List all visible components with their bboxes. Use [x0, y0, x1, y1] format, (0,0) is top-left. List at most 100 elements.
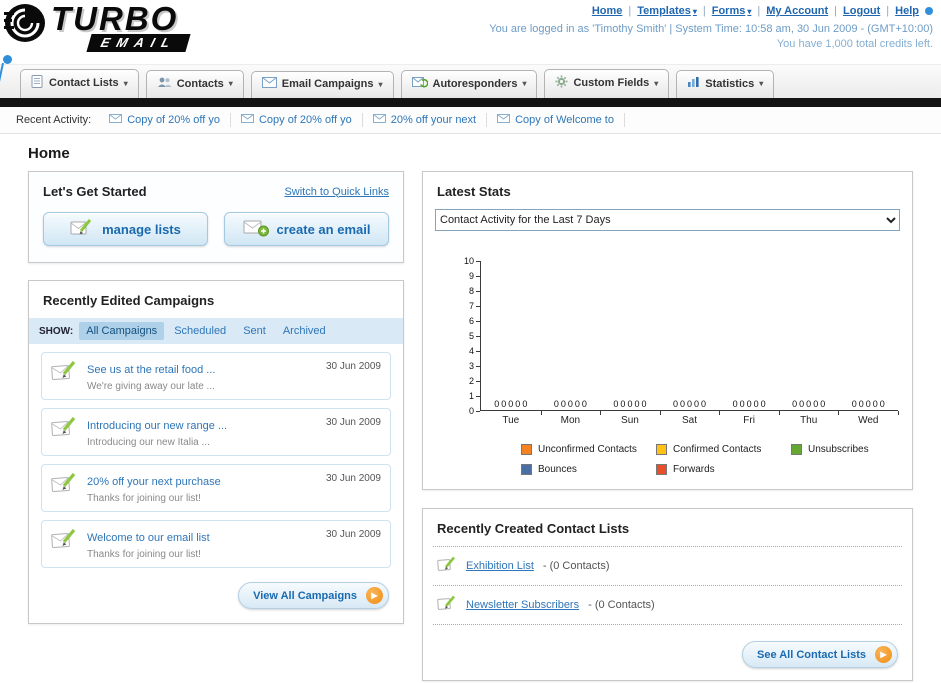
- filter-all-campaigns[interactable]: All Campaigns: [79, 322, 165, 340]
- logo-title: TURBO: [51, 0, 179, 37]
- recent-activity-link[interactable]: 20% off your next: [391, 114, 476, 126]
- chevron-down-icon: ▾: [123, 78, 128, 88]
- nav-divider-bar: [0, 98, 941, 107]
- view-all-campaigns-button[interactable]: View All Campaigns ▶: [238, 582, 389, 609]
- chart-value: 0: [581, 399, 587, 409]
- show-label: SHOW:: [39, 325, 74, 337]
- chevron-down-icon: ▾: [759, 79, 764, 88]
- filter-archived[interactable]: Archived: [276, 322, 333, 340]
- chevron-down-icon: ▾: [747, 6, 752, 16]
- get-started-title: Let's Get Started: [43, 184, 147, 199]
- filter-scheduled[interactable]: Scheduled: [167, 322, 233, 340]
- contact-lists-icon: [31, 75, 44, 91]
- legend-swatch: [791, 444, 802, 455]
- separator: |: [702, 5, 706, 17]
- recent-activity-item: Copy of 20% off yo: [99, 113, 231, 127]
- create-email-button[interactable]: create an email: [224, 212, 389, 246]
- chart-value: 0: [627, 399, 633, 409]
- filter-sent[interactable]: Sent: [236, 322, 273, 340]
- x-axis-label: Fri: [743, 415, 755, 426]
- contact-list-detail: - (0 Contacts): [588, 599, 655, 611]
- recent-activity-link[interactable]: Copy of 20% off yo: [259, 114, 352, 126]
- chart-value: 0: [522, 399, 528, 409]
- campaign-date: 30 Jun 2009: [325, 361, 381, 372]
- chart-value: 0: [820, 399, 826, 409]
- compose-pencil-icon: [437, 595, 457, 615]
- chart-group: 00000: [541, 399, 601, 415]
- campaign-title-link[interactable]: Welcome to our email list: [87, 532, 210, 544]
- see-all-contact-lists-button[interactable]: See All Contact Lists ▶: [741, 641, 898, 668]
- tab-contacts[interactable]: Contacts ▾: [145, 70, 244, 98]
- x-axis-label: Tue: [502, 415, 520, 426]
- nav-link-help[interactable]: Help: [895, 5, 919, 17]
- chart-legend: Unconfirmed Contacts Confirmed Contacts Un…: [521, 444, 933, 475]
- nav-link-forms[interactable]: Forms ▾: [712, 5, 752, 17]
- chart-value: 0: [792, 399, 798, 409]
- campaign-title-link[interactable]: See us at the retail food ...: [87, 364, 215, 376]
- left-column: Let's Get Started Switch to Quick Links …: [28, 171, 404, 624]
- manage-lists-button[interactable]: manage lists: [43, 212, 208, 246]
- contact-list-link[interactable]: Exhibition List: [466, 560, 534, 572]
- y-axis-tick: 4: [469, 346, 480, 356]
- chevron-down-icon: ▾: [228, 79, 233, 88]
- campaign-title-link[interactable]: 20% off your next purchase: [87, 476, 221, 488]
- chart-value: 0: [872, 399, 878, 409]
- switch-quick-links-link[interactable]: Switch to Quick Links: [284, 186, 389, 198]
- nav-link-logout[interactable]: Logout: [843, 5, 880, 17]
- chart-value: 0: [567, 399, 573, 409]
- recent-activity-link[interactable]: Copy of Welcome to: [515, 114, 614, 126]
- campaign-date: 30 Jun 2009: [325, 473, 381, 484]
- recent-activity-link[interactable]: Copy of 20% off yo: [127, 114, 220, 126]
- recent-contact-lists-panel: Recently Created Contact Lists Exhibitio…: [422, 508, 913, 681]
- x-axis-label: Sat: [682, 415, 698, 426]
- nav-link-templates[interactable]: Templates ▾: [637, 5, 697, 17]
- campaign-date: 30 Jun 2009: [325, 417, 381, 428]
- envelope-icon: [240, 114, 254, 126]
- main-content: Let's Get Started Switch to Quick Links …: [0, 171, 941, 681]
- stats-chart: 10 9 8 7 6 5 4 3 2 1 0 000000000000000000000000000…: [463, 256, 899, 475]
- legend-swatch: [521, 464, 532, 475]
- legend-swatch: [521, 444, 532, 455]
- credits-status: You have 1,000 total credits left.: [776, 38, 933, 50]
- nav-link-my-account[interactable]: My Account: [766, 5, 828, 17]
- recent-activity-item: Copy of Welcome to: [487, 113, 625, 127]
- tab-contact-lists[interactable]: Contact Lists ▾: [20, 69, 139, 98]
- chart-plot-area: 00000000000000000000000000000000000: [480, 261, 899, 415]
- legend-item: Unsubscribes: [791, 444, 926, 455]
- chart-value: 0: [879, 399, 885, 409]
- campaign-subtitle: Introducing our new Italia ...: [87, 437, 210, 448]
- legend-label: Unconfirmed Contacts: [538, 444, 637, 455]
- nav-link-home[interactable]: Home: [592, 5, 623, 17]
- autoresponder-icon: [411, 76, 428, 91]
- contact-list-link[interactable]: Newsletter Subscribers: [466, 599, 579, 611]
- session-info: You are logged in as 'Timothy Smith' | S…: [489, 22, 933, 52]
- create-email-label: create an email: [276, 221, 371, 237]
- recent-activity-item: Copy of 20% off yo: [231, 113, 363, 127]
- gear-icon: [555, 75, 568, 91]
- chevron-down-icon: ▾: [654, 78, 659, 88]
- legend-label: Confirmed Contacts: [673, 444, 762, 455]
- legend-swatch: [656, 444, 667, 455]
- contact-list-row: Exhibition List - (0 Contacts): [423, 547, 912, 585]
- get-started-panel: Let's Get Started Switch to Quick Links …: [28, 171, 404, 263]
- tab-label: Custom Fields: [573, 77, 650, 89]
- decorative-blue-dot: [3, 55, 12, 64]
- tab-email-campaigns[interactable]: Email Campaigns ▾: [250, 71, 394, 98]
- tab-custom-fields[interactable]: Custom Fields ▾: [544, 69, 670, 98]
- envelope-icon: [497, 114, 511, 126]
- tab-autoresponders[interactable]: Autoresponders ▾: [400, 70, 538, 98]
- chart-value: 0: [515, 399, 521, 409]
- chart-value: 0: [553, 399, 559, 409]
- separator: |: [757, 5, 761, 17]
- chart-value: 0: [865, 399, 871, 409]
- chart-value: 0: [851, 399, 857, 409]
- separator: |: [628, 5, 632, 17]
- tab-label: Autoresponders: [432, 77, 518, 90]
- y-axis-tick: 7: [469, 301, 480, 311]
- tab-statistics[interactable]: Statistics ▾: [676, 70, 775, 98]
- campaign-title-link[interactable]: Introducing our new range ...: [87, 420, 227, 432]
- compose-pencil-icon: [51, 416, 79, 443]
- stats-period-select[interactable]: Contact Activity for the Last 7 Days: [435, 209, 900, 231]
- y-axis-tick: 5: [469, 331, 480, 341]
- x-axis-label: Wed: [858, 415, 879, 426]
